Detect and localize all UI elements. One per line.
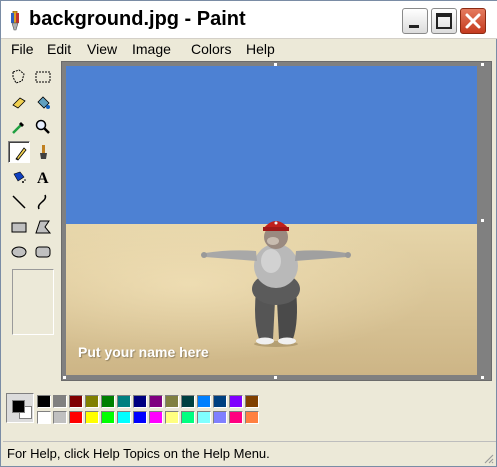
menu-view[interactable]: View <box>87 41 117 57</box>
tool-select[interactable] <box>32 66 54 88</box>
sky-region <box>66 66 477 224</box>
airbrush-icon <box>13 171 26 183</box>
line-icon <box>12 195 26 209</box>
palette-color-swatch[interactable] <box>85 395 99 408</box>
palette-color-swatch[interactable] <box>69 395 83 408</box>
palette-color-swatch[interactable] <box>165 395 179 408</box>
status-text: For Help, click Help Topics on the Help … <box>7 446 270 461</box>
close-icon <box>465 13 481 29</box>
resize-handle-top[interactable] <box>274 63 277 66</box>
menu-file[interactable]: File <box>11 41 34 57</box>
tool-brush[interactable] <box>32 141 54 163</box>
tool-polygon[interactable] <box>32 216 54 238</box>
maximize-button[interactable] <box>431 8 457 34</box>
palette-color-swatch[interactable] <box>213 411 227 424</box>
menu-colors[interactable]: Colors <box>191 41 231 57</box>
select-icon <box>35 71 51 83</box>
character-figure <box>201 221 351 347</box>
palette-color-swatch[interactable] <box>229 395 243 408</box>
tool-magnifier[interactable] <box>32 116 54 138</box>
current-colors[interactable] <box>6 393 34 423</box>
palette-color-swatch[interactable] <box>213 395 227 408</box>
palette-color-swatch[interactable] <box>133 411 147 424</box>
paint-window: background.jpg - Paint File Edit View Im… <box>0 0 497 467</box>
svg-text:A: A <box>37 170 49 186</box>
tool-airbrush[interactable] <box>8 166 30 188</box>
palette-color-swatch[interactable] <box>101 395 115 408</box>
menu-help[interactable]: Help <box>246 41 275 57</box>
tool-line[interactable] <box>8 191 30 213</box>
canvas-area[interactable]: Put your name here <box>61 61 492 381</box>
close-button[interactable] <box>460 8 486 34</box>
resize-handle-bottom-left[interactable] <box>63 376 66 379</box>
tool-ellipse[interactable] <box>8 241 30 263</box>
free-form-select-icon <box>12 69 25 84</box>
palette-color-swatch[interactable] <box>37 411 51 424</box>
palette-color-swatch[interactable] <box>149 395 163 408</box>
palette-color-swatch[interactable] <box>149 411 163 424</box>
palette-color-swatch[interactable] <box>117 411 131 424</box>
status-bar: For Help, click Help Topics on the Help … <box>3 441 496 466</box>
tool-pencil[interactable] <box>8 141 30 163</box>
tool-fill[interactable] <box>32 91 54 113</box>
palette-color-swatch[interactable] <box>165 411 179 424</box>
resize-handle-top-right[interactable] <box>481 63 484 66</box>
tool-box: A <box>5 63 57 383</box>
palette-color-swatch[interactable] <box>117 395 131 408</box>
tool-options-panel[interactable] <box>12 269 54 335</box>
foreground-color-swatch <box>12 400 25 413</box>
palette-color-swatch[interactable] <box>245 411 259 424</box>
polygon-icon <box>35 220 52 234</box>
tool-free-form-select[interactable] <box>8 66 30 88</box>
brush-icon <box>40 145 47 159</box>
palette-color-swatch[interactable] <box>181 411 195 424</box>
maximize-icon <box>436 13 452 29</box>
palette-color-swatch[interactable] <box>101 411 115 424</box>
palette-color-swatch[interactable] <box>53 411 67 424</box>
rounded-rectangle-icon <box>35 246 51 258</box>
window-title: background.jpg - Paint <box>29 8 246 30</box>
palette-color-swatch[interactable] <box>181 395 195 408</box>
drawing-canvas[interactable]: Put your name here <box>66 66 477 375</box>
paint-app-icon <box>7 10 23 31</box>
pick-color-icon <box>12 122 24 134</box>
tool-eraser[interactable] <box>8 91 30 113</box>
palette-color-swatch[interactable] <box>133 395 147 408</box>
palette-color-swatch[interactable] <box>245 395 259 408</box>
palette-color-swatch[interactable] <box>69 411 83 424</box>
fill-icon <box>37 96 50 109</box>
pencil-icon <box>15 147 27 161</box>
title-bar[interactable]: background.jpg - Paint <box>1 1 497 39</box>
menu-image[interactable]: Image <box>132 41 171 57</box>
palette-color-swatch[interactable] <box>85 411 99 424</box>
color-palette <box>3 389 496 437</box>
magnifier-icon <box>35 119 50 134</box>
canvas-caption: Put your name here <box>78 344 209 360</box>
palette-color-swatch[interactable] <box>197 395 211 408</box>
palette-color-swatch[interactable] <box>197 411 211 424</box>
tool-pick-color[interactable] <box>8 116 30 138</box>
curve-icon <box>37 194 47 210</box>
palette-color-swatch[interactable] <box>37 395 51 408</box>
resize-handle-right[interactable] <box>481 219 484 222</box>
tool-rounded-rectangle[interactable] <box>32 241 54 263</box>
resize-grip-icon[interactable] <box>482 452 494 464</box>
resize-handle-bottom-right[interactable] <box>481 376 484 379</box>
menu-edit[interactable]: Edit <box>47 41 71 57</box>
tool-text[interactable]: A <box>32 166 54 188</box>
resize-handle-bottom[interactable] <box>274 376 277 379</box>
rectangle-icon <box>11 222 27 233</box>
minimize-icon <box>409 25 419 28</box>
ellipse-icon <box>11 246 27 258</box>
minimize-button[interactable] <box>402 8 428 34</box>
menu-bar: File Edit View Image Colors Help <box>3 39 496 59</box>
tool-curve[interactable] <box>32 191 54 213</box>
palette-color-swatch[interactable] <box>53 395 67 408</box>
palette-color-swatch[interactable] <box>229 411 243 424</box>
text-icon: A <box>37 170 49 186</box>
tool-rectangle[interactable] <box>8 216 30 238</box>
eraser-icon <box>12 97 26 109</box>
